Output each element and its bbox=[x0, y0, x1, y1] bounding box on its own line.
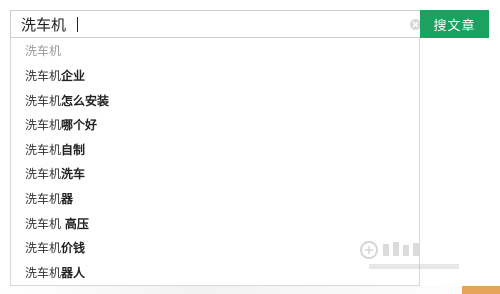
suggestion-item[interactable]: 洗车机器 bbox=[11, 187, 419, 212]
suggestion-keyword: 洗车机 bbox=[25, 191, 62, 206]
suggestion-item[interactable]: 洗车机哪个好 bbox=[11, 113, 419, 138]
suggestion-suffix: 自制 bbox=[61, 142, 86, 157]
watermark-logo bbox=[360, 241, 459, 269]
search-articles-button[interactable]: 搜文章 bbox=[420, 10, 489, 38]
suggestion-keyword: 洗车机 bbox=[25, 142, 62, 157]
suggestion-keyword: 洗车机 bbox=[25, 118, 62, 133]
suggestion-suffix: 价钱 bbox=[61, 241, 86, 256]
suggestion-suffix: 洗车 bbox=[61, 167, 86, 182]
page-bottom-accent bbox=[462, 286, 500, 294]
text-caret bbox=[77, 17, 78, 32]
search-bar: 搜文章 bbox=[10, 10, 489, 38]
suggestion-keyword: 洗车机 bbox=[25, 93, 62, 108]
suggestion-keyword: 洗车机 bbox=[25, 69, 62, 83]
suggestion-suffix: 器 bbox=[61, 191, 74, 206]
suggestion-keyword: 洗车机 bbox=[25, 216, 65, 231]
suggestion-suffix: 企业 bbox=[61, 69, 86, 83]
suggestion-item[interactable]: 洗车机 高压 bbox=[11, 212, 419, 237]
suggestion-keyword: 洗车机 bbox=[25, 167, 62, 182]
suggestion-keyword: 洗车机 bbox=[25, 265, 62, 280]
suggestion-suffix: 怎么安装 bbox=[61, 93, 110, 108]
suggestion-item[interactable]: 洗车机自制 bbox=[11, 138, 419, 163]
suggestion-keyword: 洗车机 bbox=[25, 241, 62, 256]
suggestion-header: 洗车机 bbox=[25, 44, 62, 58]
suggestion-suffix: 哪个好 bbox=[61, 118, 98, 133]
suggestion-item[interactable]: 洗车机怎么安装 bbox=[11, 89, 419, 114]
suggestion-suffix: 高压 bbox=[64, 216, 89, 231]
suggestion-suffix: 器人 bbox=[61, 265, 86, 280]
suggestion-item[interactable]: 洗车机企业 bbox=[11, 64, 419, 89]
suggestion-item[interactable]: 洗车机洗车 bbox=[11, 162, 419, 187]
page-bottom-strip bbox=[0, 286, 500, 294]
search-input[interactable] bbox=[11, 11, 411, 37]
